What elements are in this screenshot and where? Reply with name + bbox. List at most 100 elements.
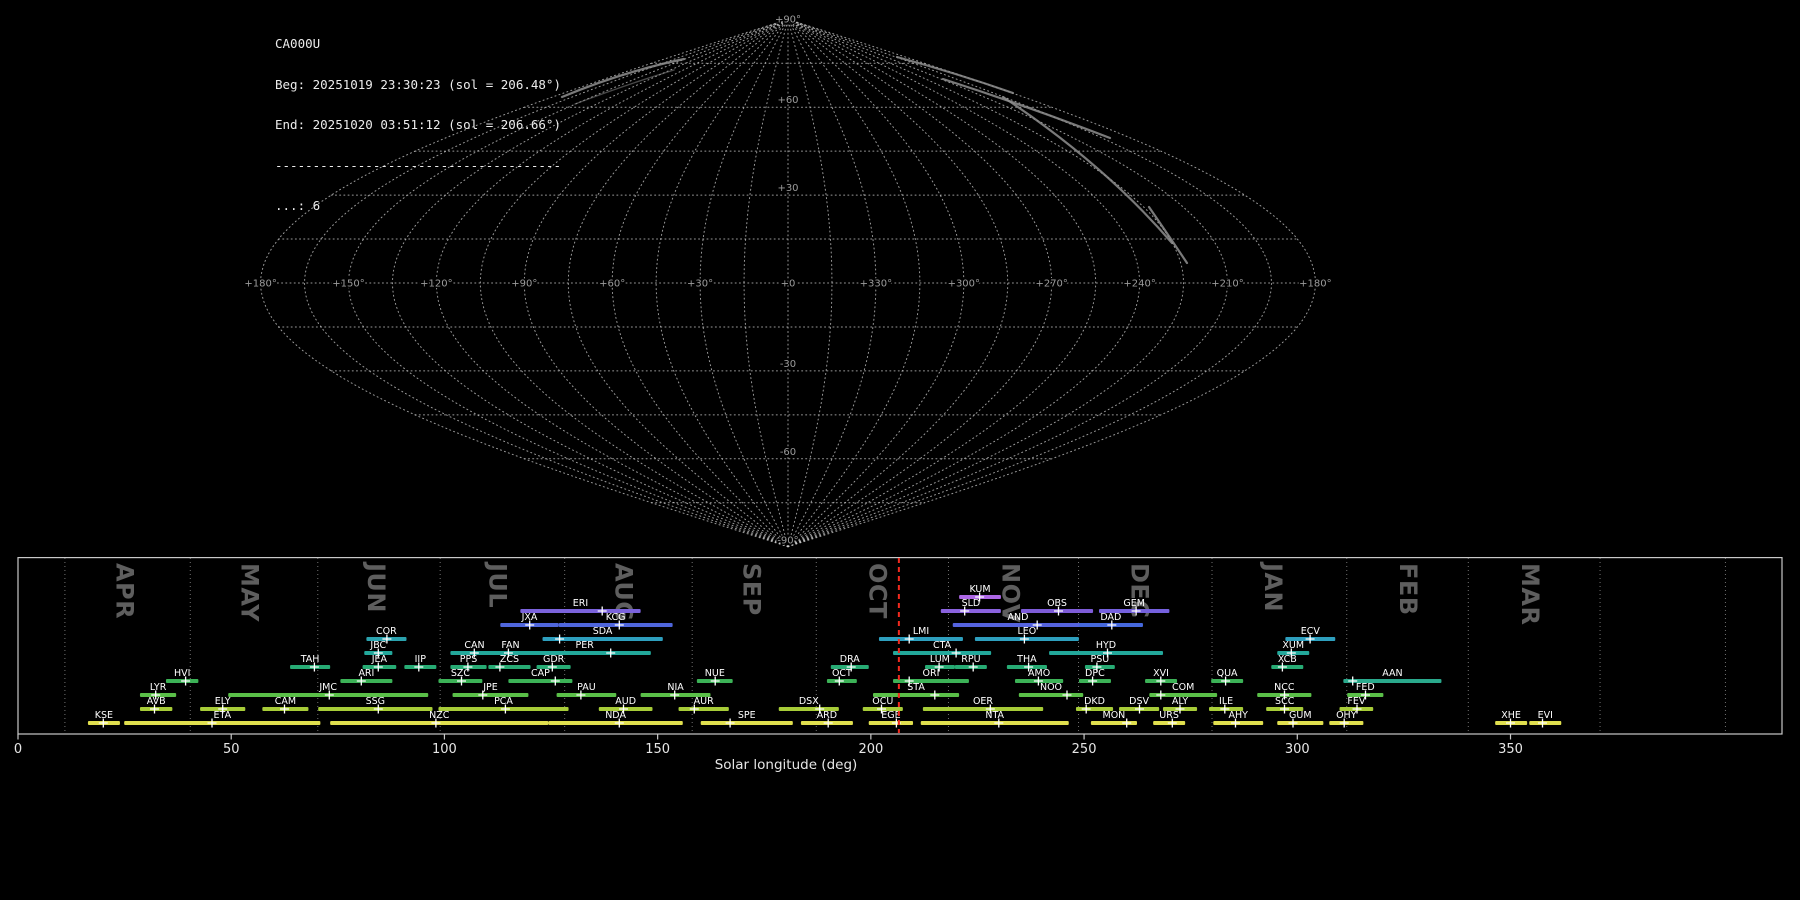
- end-time-line: End: 20251020 03:51:12 (sol = 206.66°): [275, 117, 561, 132]
- shower-label: AHY: [1228, 710, 1248, 721]
- shower-label: LYR: [150, 682, 167, 693]
- shower-bar: [1271, 665, 1304, 669]
- activity-timeline: APR MAY JUN JUL AUG SEP OCT NOV DEC JAN FEB MAR0 50 1…: [14, 557, 1783, 773]
- lon-label: +300°: [948, 279, 980, 290]
- lon-label: +270°: [1035, 279, 1067, 290]
- shower-label: EGE: [881, 710, 900, 721]
- shower-label: PER: [576, 640, 595, 651]
- shower-label: DRA: [840, 654, 861, 665]
- shower-label: AVB: [147, 696, 166, 707]
- shower-label: XCB: [1278, 654, 1297, 665]
- shower-peak-marker: [1062, 690, 1072, 700]
- shower-label: FAN: [501, 640, 519, 651]
- shower-label: OBS: [1047, 598, 1067, 609]
- month-label: APR: [111, 563, 139, 619]
- separator-line: --------------------------------------: [275, 157, 561, 173]
- month-label: MAR: [1516, 563, 1544, 625]
- tick-label: 200: [858, 742, 883, 757]
- shower-label: GEM: [1123, 598, 1145, 609]
- shower-label: OCU: [872, 696, 893, 707]
- shower-label: RPU: [961, 654, 980, 665]
- shower-label: AUR: [694, 696, 714, 707]
- month-label: FEB: [1394, 563, 1422, 616]
- shower-label: NIA: [667, 682, 684, 693]
- shower-label: JPE: [482, 682, 498, 693]
- lon-label: +180°: [1299, 279, 1331, 290]
- shower-peak-marker: [606, 648, 616, 658]
- shower-label: KCG: [606, 612, 626, 623]
- shower-label: OCT: [832, 668, 852, 679]
- shower-label: IIP: [415, 654, 427, 665]
- shower-label: DKD: [1084, 696, 1105, 707]
- shower-bar: [940, 609, 1001, 613]
- shower-bar: [700, 721, 793, 725]
- month-label: JAN: [1259, 561, 1287, 612]
- lat-label: -60: [780, 447, 796, 458]
- shower-label: SPE: [738, 710, 756, 721]
- shower-bar: [678, 707, 729, 711]
- shower-label: QUA: [1217, 668, 1238, 679]
- shower-peak-marker: [725, 718, 735, 728]
- shower-label: ARD: [817, 710, 837, 721]
- lon-label: +180°: [244, 279, 276, 290]
- shower-bar: [868, 721, 914, 725]
- shower-label: ORI: [923, 668, 940, 679]
- meteor-count-line: ...: 6: [275, 198, 321, 213]
- shower-label: CAP: [531, 668, 550, 679]
- shower-label: SZC: [451, 668, 471, 679]
- shower-label: EVI: [1538, 710, 1553, 721]
- shower-label: HVI: [174, 668, 190, 679]
- month-label: JUL: [484, 561, 512, 608]
- shower-bar: [518, 651, 651, 655]
- shower-label: DPC: [1085, 668, 1105, 679]
- shower-peak-marker: [555, 634, 565, 644]
- meteor-trail: [941, 77, 1112, 140]
- shower-label: STA: [907, 682, 925, 693]
- shower-peak-marker: [930, 690, 940, 700]
- shower-label: XUM: [1282, 640, 1304, 651]
- shower-label: CAM: [275, 696, 296, 707]
- shower-label: ERI: [573, 598, 588, 609]
- sky-map: +180° +150° +120° +90° +60° +30° +0 +330° +300° +…: [243, 13, 1333, 548]
- month-label: OCT: [863, 563, 891, 619]
- lon-label: +210°: [1211, 279, 1243, 290]
- shower-bar: [124, 721, 321, 725]
- shower-label: PAU: [577, 682, 596, 693]
- lat-label: -30: [780, 359, 796, 370]
- shower-label: DAD: [1100, 612, 1121, 623]
- shower-label: LEO: [1018, 626, 1037, 637]
- shower-bar: [452, 693, 529, 697]
- observation-summary: CA000U Beg: 20251019 23:30:23 (sol = 206…: [275, 10, 561, 240]
- meteor-trail: [1147, 205, 1189, 265]
- shower-peak-marker: [1156, 690, 1166, 700]
- tick-label: 50: [223, 742, 240, 757]
- shower-bar: [556, 693, 617, 697]
- shower-label: PSU: [1091, 654, 1110, 665]
- shower-label: ZCS: [500, 654, 519, 665]
- shower-bar: [1277, 721, 1324, 725]
- shower-label: CTA: [933, 640, 952, 651]
- shower-label: GDR: [543, 654, 565, 665]
- shower-label: SSG: [366, 696, 385, 707]
- tick-label: 150: [645, 742, 670, 757]
- shower-label: NZC: [429, 710, 450, 721]
- lon-label: +0: [781, 279, 796, 290]
- lon-label: +150°: [332, 279, 364, 290]
- shower-label: COM: [1172, 682, 1194, 693]
- shower-label: ETA: [214, 710, 232, 721]
- station-id: CA000U: [275, 36, 321, 51]
- lon-label: +240°: [1123, 279, 1155, 290]
- shower-label: AMO: [1028, 668, 1050, 679]
- shower-label: NDA: [605, 710, 626, 721]
- lon-label: +60°: [599, 279, 625, 290]
- begin-time-line: Beg: 20251019 23:30:23 (sol = 206.48°): [275, 76, 561, 92]
- month-label: MAY: [236, 563, 264, 622]
- tick-label: 0: [14, 742, 22, 757]
- shower-label: AUD: [615, 696, 636, 707]
- north-pole-label: +90°: [775, 14, 801, 25]
- shower-label: MON: [1103, 710, 1126, 721]
- shower-label: NOO: [1040, 682, 1062, 693]
- shower-bar: [893, 679, 969, 683]
- shower-bar: [1018, 693, 1084, 697]
- south-pole-label: -90°: [777, 536, 798, 547]
